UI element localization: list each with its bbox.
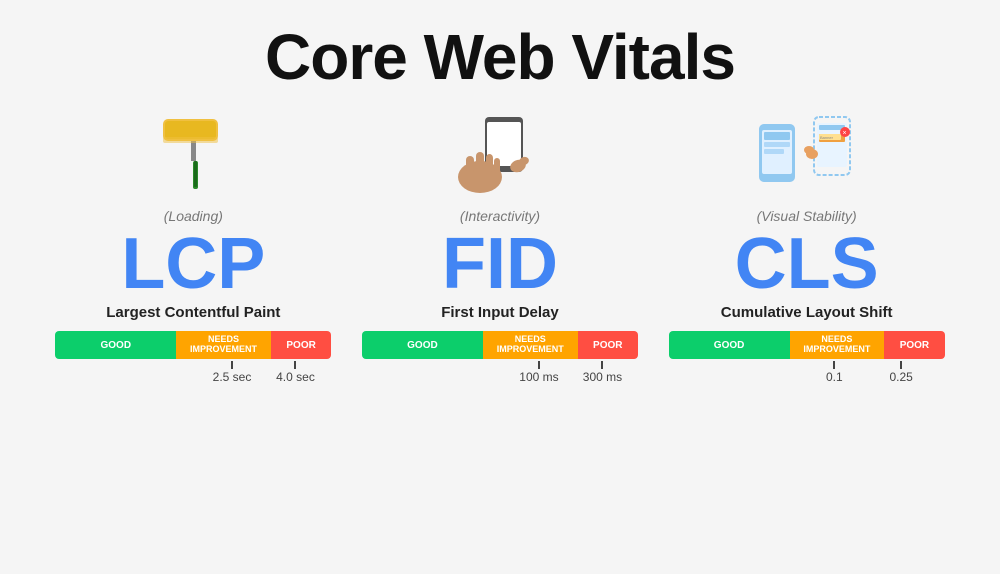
cls-bar-good: GOOD bbox=[669, 331, 790, 359]
vital-card-cls: Banner × (Visual Stability) CLS Cumulati… bbox=[669, 104, 945, 544]
lcp-tick-2 bbox=[294, 361, 296, 369]
vitals-grid: (Loading) LCP Largest Contentful Paint G… bbox=[40, 104, 960, 544]
svg-text:Banner: Banner bbox=[820, 135, 834, 140]
page-title: Core Web Vitals bbox=[265, 20, 735, 94]
cls-bar: GOOD NEEDSIMPROVEMENT POOR bbox=[669, 331, 945, 359]
fid-subtitle: (Interactivity) bbox=[460, 208, 540, 224]
fid-bar-container: GOOD NEEDSIMPROVEMENT POOR 100 ms 300 ms bbox=[362, 331, 638, 389]
cls-bar-needs: NEEDSIMPROVEMENT bbox=[790, 331, 885, 359]
cls-bar-container: GOOD NEEDSIMPROVEMENT POOR 0.1 0.25 bbox=[669, 331, 945, 389]
lcp-markers: 2.5 sec 4.0 sec bbox=[55, 361, 331, 389]
fid-full-name: First Input Delay bbox=[441, 304, 559, 321]
fid-bar-needs: NEEDSIMPROVEMENT bbox=[483, 331, 578, 359]
cls-markers: 0.1 0.25 bbox=[669, 361, 945, 389]
cls-marker-1: 0.1 bbox=[826, 361, 843, 384]
lcp-acronym: LCP bbox=[121, 228, 265, 300]
cls-label-2: 0.25 bbox=[889, 370, 912, 384]
lcp-bar-good: GOOD bbox=[55, 331, 176, 359]
fid-tick-1 bbox=[538, 361, 540, 369]
lcp-icon-area bbox=[153, 104, 233, 204]
fid-label-2: 300 ms bbox=[583, 370, 622, 384]
lcp-bar-needs: NEEDSIMPROVEMENT bbox=[176, 331, 271, 359]
cls-bar-poor: POOR bbox=[884, 331, 944, 359]
svg-text:×: × bbox=[843, 130, 847, 137]
lcp-full-name: Largest Contentful Paint bbox=[106, 304, 280, 321]
cls-acronym: CLS bbox=[735, 228, 879, 300]
fid-tick-2 bbox=[601, 361, 603, 369]
cls-tick-2 bbox=[900, 361, 902, 369]
cls-full-name: Cumulative Layout Shift bbox=[721, 304, 893, 321]
fid-marker-2: 300 ms bbox=[583, 361, 622, 384]
lcp-tick-1 bbox=[231, 361, 233, 369]
lcp-label-2: 4.0 sec bbox=[276, 370, 315, 384]
lcp-bar-poor: POOR bbox=[271, 331, 331, 359]
fid-bar-good: GOOD bbox=[362, 331, 483, 359]
page-container: Core Web Vitals (Loading) bbox=[0, 0, 1000, 574]
layout-shift-icon: Banner × bbox=[754, 112, 859, 197]
lcp-subtitle: (Loading) bbox=[164, 208, 223, 224]
fid-markers: 100 ms 300 ms bbox=[362, 361, 638, 389]
cls-icon-area: Banner × bbox=[754, 104, 859, 204]
vital-card-lcp: (Loading) LCP Largest Contentful Paint G… bbox=[55, 104, 331, 544]
fid-bar-poor: POOR bbox=[578, 331, 638, 359]
vital-card-fid: (Interactivity) FID First Input Delay GO… bbox=[362, 104, 638, 544]
lcp-bar: GOOD NEEDSIMPROVEMENT POOR bbox=[55, 331, 331, 359]
fid-bar: GOOD NEEDSIMPROVEMENT POOR bbox=[362, 331, 638, 359]
lcp-bar-container: GOOD NEEDSIMPROVEMENT POOR 2.5 sec 4.0 s… bbox=[55, 331, 331, 389]
lcp-marker-2: 4.0 sec bbox=[276, 361, 315, 384]
lcp-label-1: 2.5 sec bbox=[213, 370, 252, 384]
cls-tick-1 bbox=[833, 361, 835, 369]
phone-touch-icon bbox=[450, 112, 550, 197]
cls-marker-2: 0.25 bbox=[889, 361, 912, 384]
cls-subtitle: (Visual Stability) bbox=[757, 208, 857, 224]
fid-acronym: FID bbox=[442, 228, 558, 300]
fid-icon-area bbox=[450, 104, 550, 204]
fid-marker-1: 100 ms bbox=[519, 361, 558, 384]
lcp-marker-1: 2.5 sec bbox=[213, 361, 252, 384]
cls-label-1: 0.1 bbox=[826, 370, 843, 384]
fid-label-1: 100 ms bbox=[519, 370, 558, 384]
paint-roller-icon bbox=[153, 109, 233, 199]
